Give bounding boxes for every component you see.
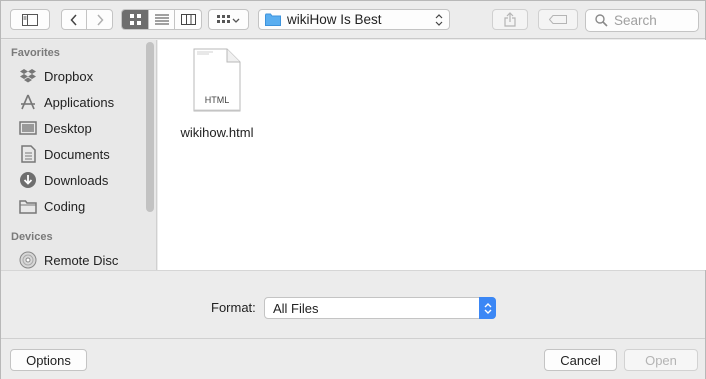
sidebar-scrollbar[interactable] [146,42,154,212]
icon-view-button[interactable] [122,10,149,29]
popup-arrows [479,297,496,319]
open-file-dialog: wikiHow Is Best Search Favorites Dropbox [0,0,706,379]
file-browser: HTML wikihow.html [158,40,706,270]
list-icon [154,14,169,25]
sidebar-icon [22,13,38,26]
tag-icon [549,15,567,24]
view-mode-control [121,9,202,30]
sidebar-item-coding[interactable]: Coding [17,195,145,217]
sidebar-item-label: Desktop [44,120,92,136]
bottom-panel: Format: All Files Options Cancel Open [1,270,705,379]
share-icon [504,12,516,27]
sidebar-item-label: Downloads [44,172,109,188]
cancel-button[interactable]: Cancel [544,349,617,371]
sidebar-item-applications[interactable]: Applications [17,91,145,113]
location-label: wikiHow Is Best [287,12,382,27]
search-field[interactable]: Search [585,9,699,32]
sidebar-item-downloads[interactable]: Downloads [17,169,145,191]
tag-button[interactable] [538,9,578,30]
divider [1,338,705,339]
dropbox-icon [17,65,39,87]
group-by-button[interactable] [208,9,249,30]
sidebar-item-documents[interactable]: Documents [17,143,145,165]
search-placeholder: Search [614,13,657,28]
folder-icon [17,195,39,217]
forward-button[interactable] [87,10,112,29]
folder-icon [265,13,281,26]
downloads-icon [17,169,39,191]
applications-icon [17,91,39,113]
sidebar: Favorites Dropbox Applications Desktop D… [1,40,157,270]
chevron-right-icon [96,13,104,26]
updown-arrows-icon [484,302,491,314]
search-icon [595,14,608,27]
file-name: wikihow.html [180,125,254,140]
sidebar-item-remote-disc[interactable]: Remote Disc [17,249,145,270]
desktop-icon [17,117,39,139]
sidebar-item-label: Dropbox [44,68,94,84]
remote-disc-icon [17,249,39,270]
file-type-label: HTML [205,95,230,105]
sidebar-item-label: Remote Disc [44,252,119,268]
location-popup[interactable]: wikiHow Is Best [258,9,450,30]
chevron-left-icon [70,13,77,26]
sidebar-item-desktop[interactable]: Desktop [17,117,145,139]
format-popup[interactable]: All Files [264,297,496,319]
format-label: Format: [211,300,256,315]
share-button[interactable] [492,9,528,30]
grid-icon [129,14,141,25]
back-button[interactable] [62,10,87,29]
back-forward-control [61,9,113,30]
sidebar-toggle-button[interactable] [10,9,50,30]
devices-header: Devices [11,231,53,243]
documents-icon [17,143,39,165]
column-view-button[interactable] [175,10,201,29]
group-grid-icon [216,14,239,23]
open-button[interactable]: Open [624,349,698,371]
sidebar-item-label: Coding [44,198,86,214]
format-value: All Files [273,301,319,316]
updown-arrows-icon [435,14,443,26]
columns-icon [180,14,196,25]
toolbar: wikiHow Is Best Search [1,1,705,39]
favorites-header: Favorites [11,47,60,59]
sidebar-item-dropbox[interactable]: Dropbox [17,65,145,87]
options-button[interactable]: Options [10,349,87,371]
sidebar-item-label: Documents [44,146,110,162]
list-view-button[interactable] [149,10,175,29]
html-document-icon: HTML [193,48,241,112]
sidebar-item-label: Applications [44,94,115,110]
